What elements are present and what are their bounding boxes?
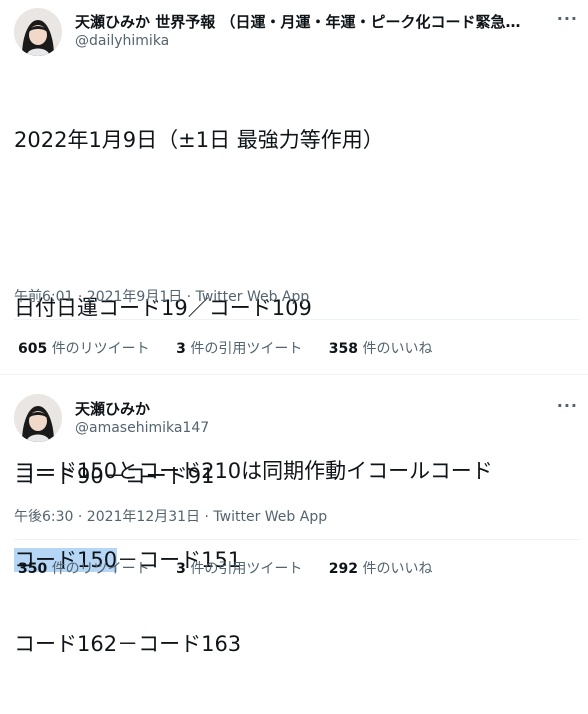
tweet-text: コード150とコード210は同期作動イコールコード bbox=[14, 459, 493, 483]
likes-stat[interactable]: 358 件のいいね bbox=[329, 341, 433, 357]
quote-tweets-stat[interactable]: 3 件の引用ツイート bbox=[176, 561, 302, 577]
retweets-stat[interactable]: 350 件のリツイート bbox=[18, 561, 150, 577]
tweet-line: コード162－コード163 bbox=[14, 632, 242, 656]
avatar[interactable] bbox=[14, 8, 62, 56]
more-options-icon[interactable]: ··· bbox=[557, 396, 578, 415]
tweet-line bbox=[14, 210, 384, 238]
divider bbox=[14, 539, 580, 540]
username-handle[interactable]: @dailyhimika bbox=[75, 33, 169, 49]
retweets-stat[interactable]: 605 件のリツイート bbox=[18, 341, 150, 357]
avatar[interactable] bbox=[14, 394, 62, 442]
tweet-timestamp[interactable]: 午後6:30 · 2021年12月31日 · Twitter Web App bbox=[14, 506, 327, 526]
display-name[interactable]: 天瀬ひみか bbox=[75, 398, 530, 419]
divider bbox=[14, 319, 580, 320]
tweet-line: 2022年1月9日（±1日 最強力等作用） bbox=[14, 128, 384, 152]
engagement-stats: 605 件のリツイート 3 件の引用ツイート 358 件のいいね bbox=[18, 338, 454, 358]
likes-stat[interactable]: 292 件のいいね bbox=[329, 561, 433, 577]
engagement-stats: 350 件のリツイート 3 件の引用ツイート 292 件のいいね bbox=[18, 558, 454, 578]
tweet-text: 2022年1月9日（±1日 最強力等作用） 日付日運コード19／コード109 コ… bbox=[14, 70, 384, 714]
quote-tweets-stat[interactable]: 3 件の引用ツイート bbox=[176, 341, 302, 357]
username-handle[interactable]: @amasehimika147 bbox=[75, 420, 209, 436]
tweet-timestamp[interactable]: 午前6:01 · 2021年9月1日 · Twitter Web App bbox=[14, 286, 309, 306]
display-name[interactable]: 天瀬ひみか 世界予報 （日運・月運・年運・ピーク化コード緊急警... bbox=[75, 11, 530, 32]
tweet-separator bbox=[0, 374, 588, 375]
more-options-icon[interactable]: ··· bbox=[557, 9, 578, 28]
